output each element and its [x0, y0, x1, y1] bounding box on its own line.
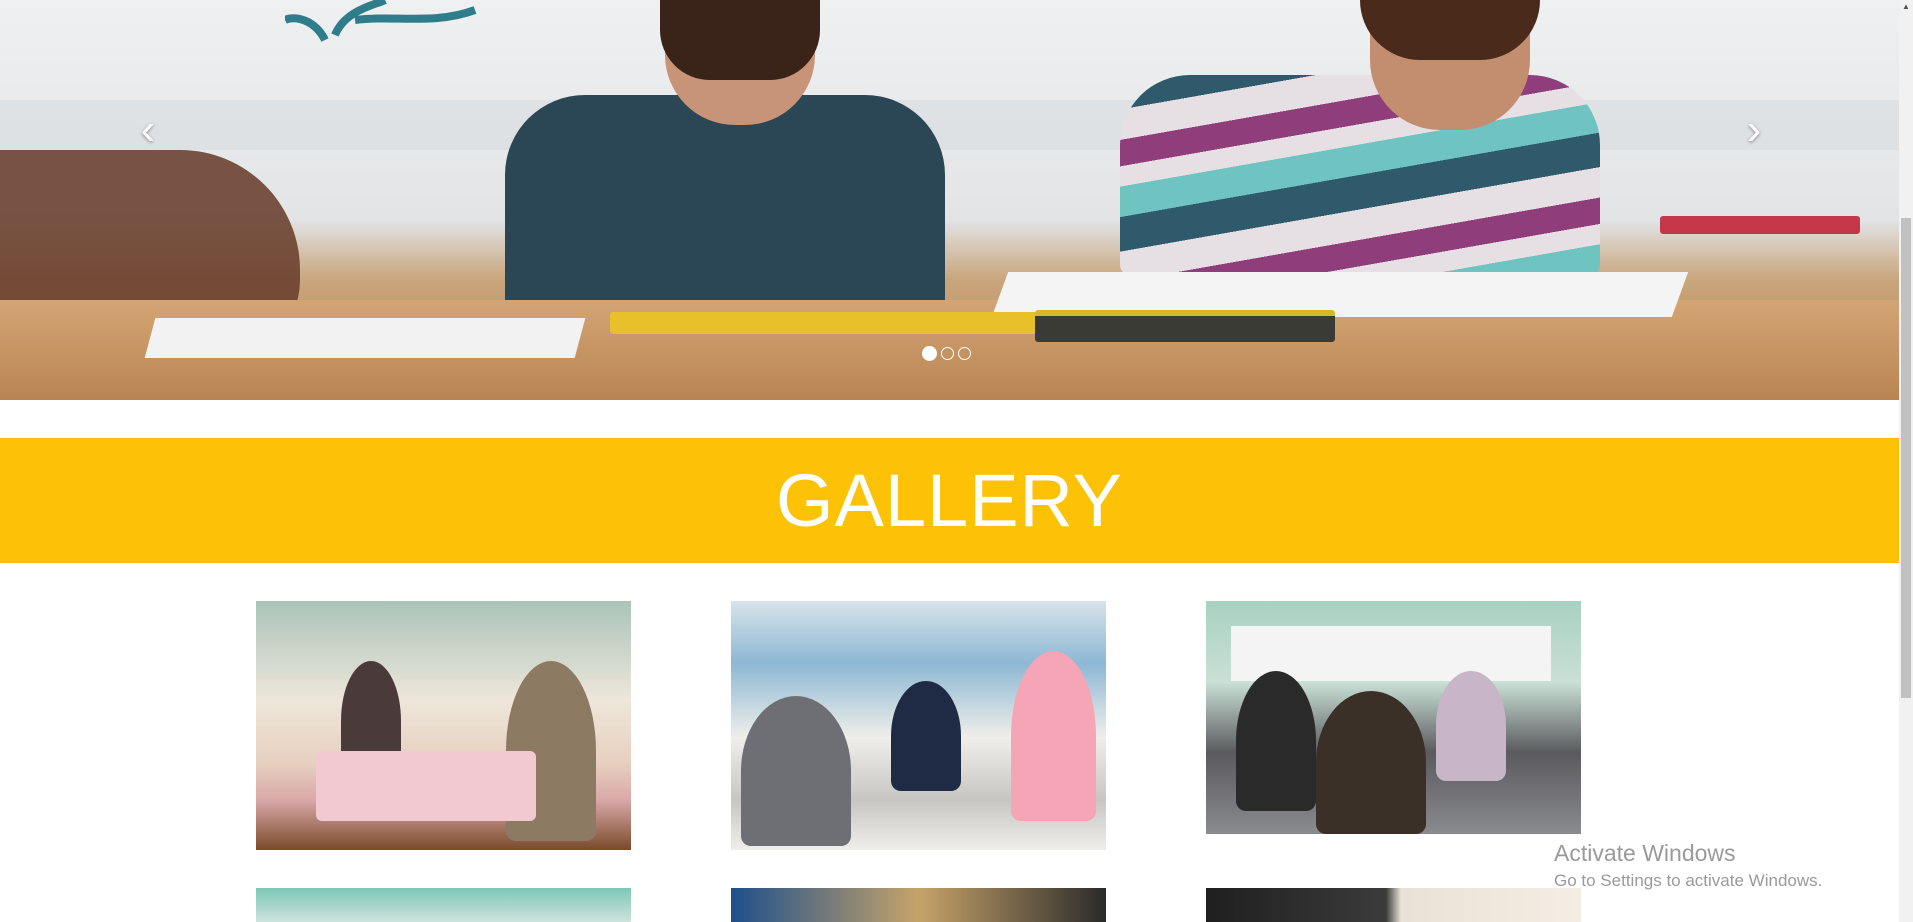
chevron-left-icon: ‹	[140, 105, 156, 154]
windows-activation-watermark: Activate Windows Go to Settings to activ…	[1554, 840, 1822, 891]
carousel-next-button[interactable]: ›	[1734, 100, 1774, 160]
photo-child	[1436, 671, 1506, 781]
watermark-title: Activate Windows	[1554, 840, 1736, 866]
photo-child	[1316, 691, 1426, 834]
photo-child	[1236, 671, 1316, 811]
gallery-banner: GALLERY	[0, 438, 1899, 563]
gallery-image-3[interactable]	[1206, 601, 1581, 834]
gallery-image-1[interactable]	[256, 601, 631, 850]
photo-child	[741, 696, 851, 846]
slide-girl-sweater	[1120, 75, 1600, 275]
photo-child	[1011, 651, 1096, 821]
gallery-heading: GALLERY	[775, 459, 1124, 542]
slide-girl-hair	[660, 0, 820, 80]
photo-table	[316, 751, 536, 821]
slide-girl-jacket	[505, 95, 945, 310]
carousel-indicator-1[interactable]	[922, 346, 937, 361]
watermark-subtitle: Go to Settings to activate Windows.	[1554, 871, 1823, 890]
carousel-indicators	[922, 346, 971, 361]
hero-carousel: ‹ ›	[0, 0, 1899, 400]
carousel-prev-button[interactable]: ‹	[128, 100, 168, 160]
gallery-image-4[interactable]	[256, 888, 631, 922]
slide-paper-2	[144, 318, 586, 358]
scrollbar-thumb[interactable]	[1901, 218, 1911, 698]
wall-plant-decoration	[285, 0, 477, 43]
slide-pencil-box-2	[1035, 310, 1335, 342]
slide-pencil-box-3	[1660, 216, 1860, 234]
photo-child	[891, 681, 961, 791]
gallery-image-5[interactable]	[731, 888, 1106, 922]
gallery-image-6[interactable]	[1206, 888, 1581, 922]
slide-pencil-box	[610, 312, 1040, 334]
slide-wall	[0, 100, 1899, 150]
carousel-indicator-3[interactable]	[958, 347, 971, 360]
chevron-right-icon: ›	[1746, 105, 1762, 154]
carousel-slide-image	[0, 0, 1899, 400]
scroll-up-arrow-icon[interactable]: ▲	[1899, 0, 1913, 14]
carousel-indicator-2[interactable]	[941, 347, 954, 360]
gallery-image-2[interactable]	[731, 601, 1106, 850]
page-scrollbar[interactable]: ▲	[1899, 0, 1913, 922]
